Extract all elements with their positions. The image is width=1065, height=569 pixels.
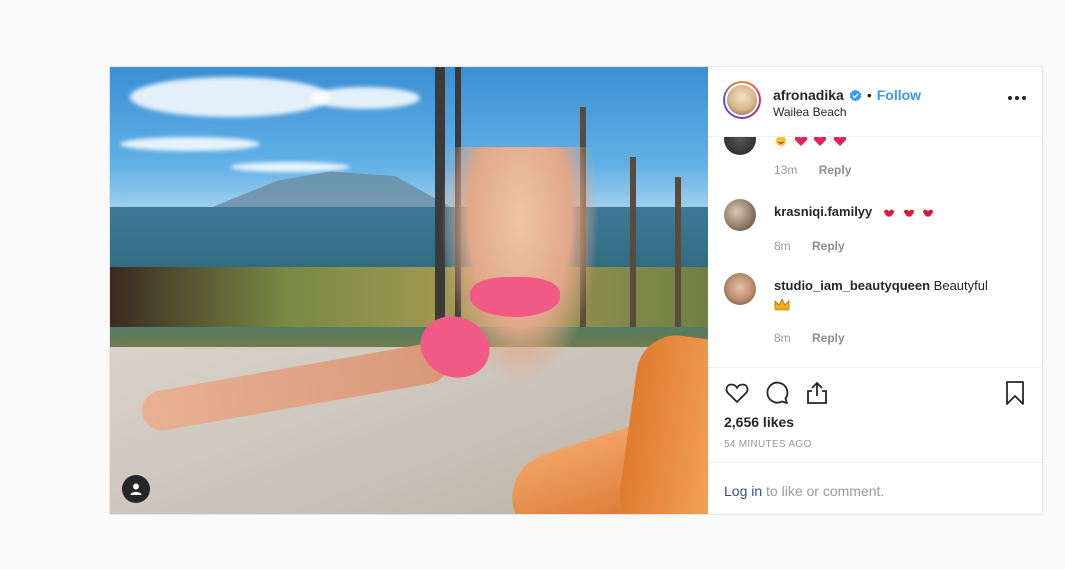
reply-button[interactable]: Reply [819,163,852,177]
post-actions: 2,656 likes 54 MINUTES AGO Log in to lik… [708,367,1042,516]
reply-button[interactable]: Reply [812,239,845,253]
comment-time: 13m [774,163,798,177]
location-link[interactable]: Wailea Beach [773,105,847,119]
crown-icon [774,298,790,311]
avatar[interactable] [723,81,761,119]
heart-icon [833,137,847,146]
username-row: afronadika • Follow [773,87,921,103]
comment-text [774,137,1024,149]
bookmark-icon[interactable] [1002,380,1028,406]
heart-lips-icon [883,209,895,217]
comment-meta: 8m Reply [774,331,845,345]
avatar[interactable] [724,199,756,231]
grin-face-icon [775,137,787,146]
heart-lips-icon [922,209,934,217]
heart-icon [814,137,827,146]
comment-meta: 8m Reply [774,239,845,253]
login-rest: to like or comment. [762,483,885,499]
reply-button[interactable]: Reply [812,331,845,345]
likes-count[interactable]: 2,656 likes [724,414,794,430]
heart-icon [794,137,807,146]
comment-username[interactable]: studio_iam_beautyqueen [774,278,930,293]
comments-list[interactable]: 13m Reply krasniqi.familyy 8m Reply stud… [708,137,1042,367]
comment-time: 8m [774,331,791,345]
username-link[interactable]: afronadika [773,87,844,103]
login-text: Log in to like or comment. [724,483,884,499]
separator-dot: • [866,87,872,103]
post-card: afronadika • Follow Wailea Beach 13m Rep… [109,66,1043,515]
post-header: afronadika • Follow Wailea Beach [708,67,1042,137]
share-icon[interactable] [804,380,830,406]
post-sidebar: afronadika • Follow Wailea Beach 13m Rep… [708,67,1042,514]
avatar[interactable] [724,137,756,155]
login-link[interactable]: Log in [724,483,762,499]
comment-body: Beautyful [933,278,988,293]
more-options-icon[interactable] [1008,95,1026,101]
verified-icon [849,88,862,102]
user-tag-icon[interactable] [122,475,150,503]
comment-meta: 13m Reply [774,163,851,177]
post-photo[interactable] [110,67,708,514]
follow-button[interactable]: Follow [877,87,921,103]
post-timestamp: 54 MINUTES AGO [724,439,812,450]
heart-lips-icon [903,209,914,217]
comment-icon[interactable] [764,380,790,406]
comment-text: krasniqi.familyy [774,203,1024,221]
heart-icon[interactable] [724,380,750,406]
comment-username[interactable]: krasniqi.familyy [774,204,872,219]
login-prompt: Log in to like or comment. [708,462,1042,516]
comment-text: studio_iam_beautyqueen Beautyful [774,277,1024,313]
avatar[interactable] [724,273,756,305]
comment-time: 8m [774,239,791,253]
